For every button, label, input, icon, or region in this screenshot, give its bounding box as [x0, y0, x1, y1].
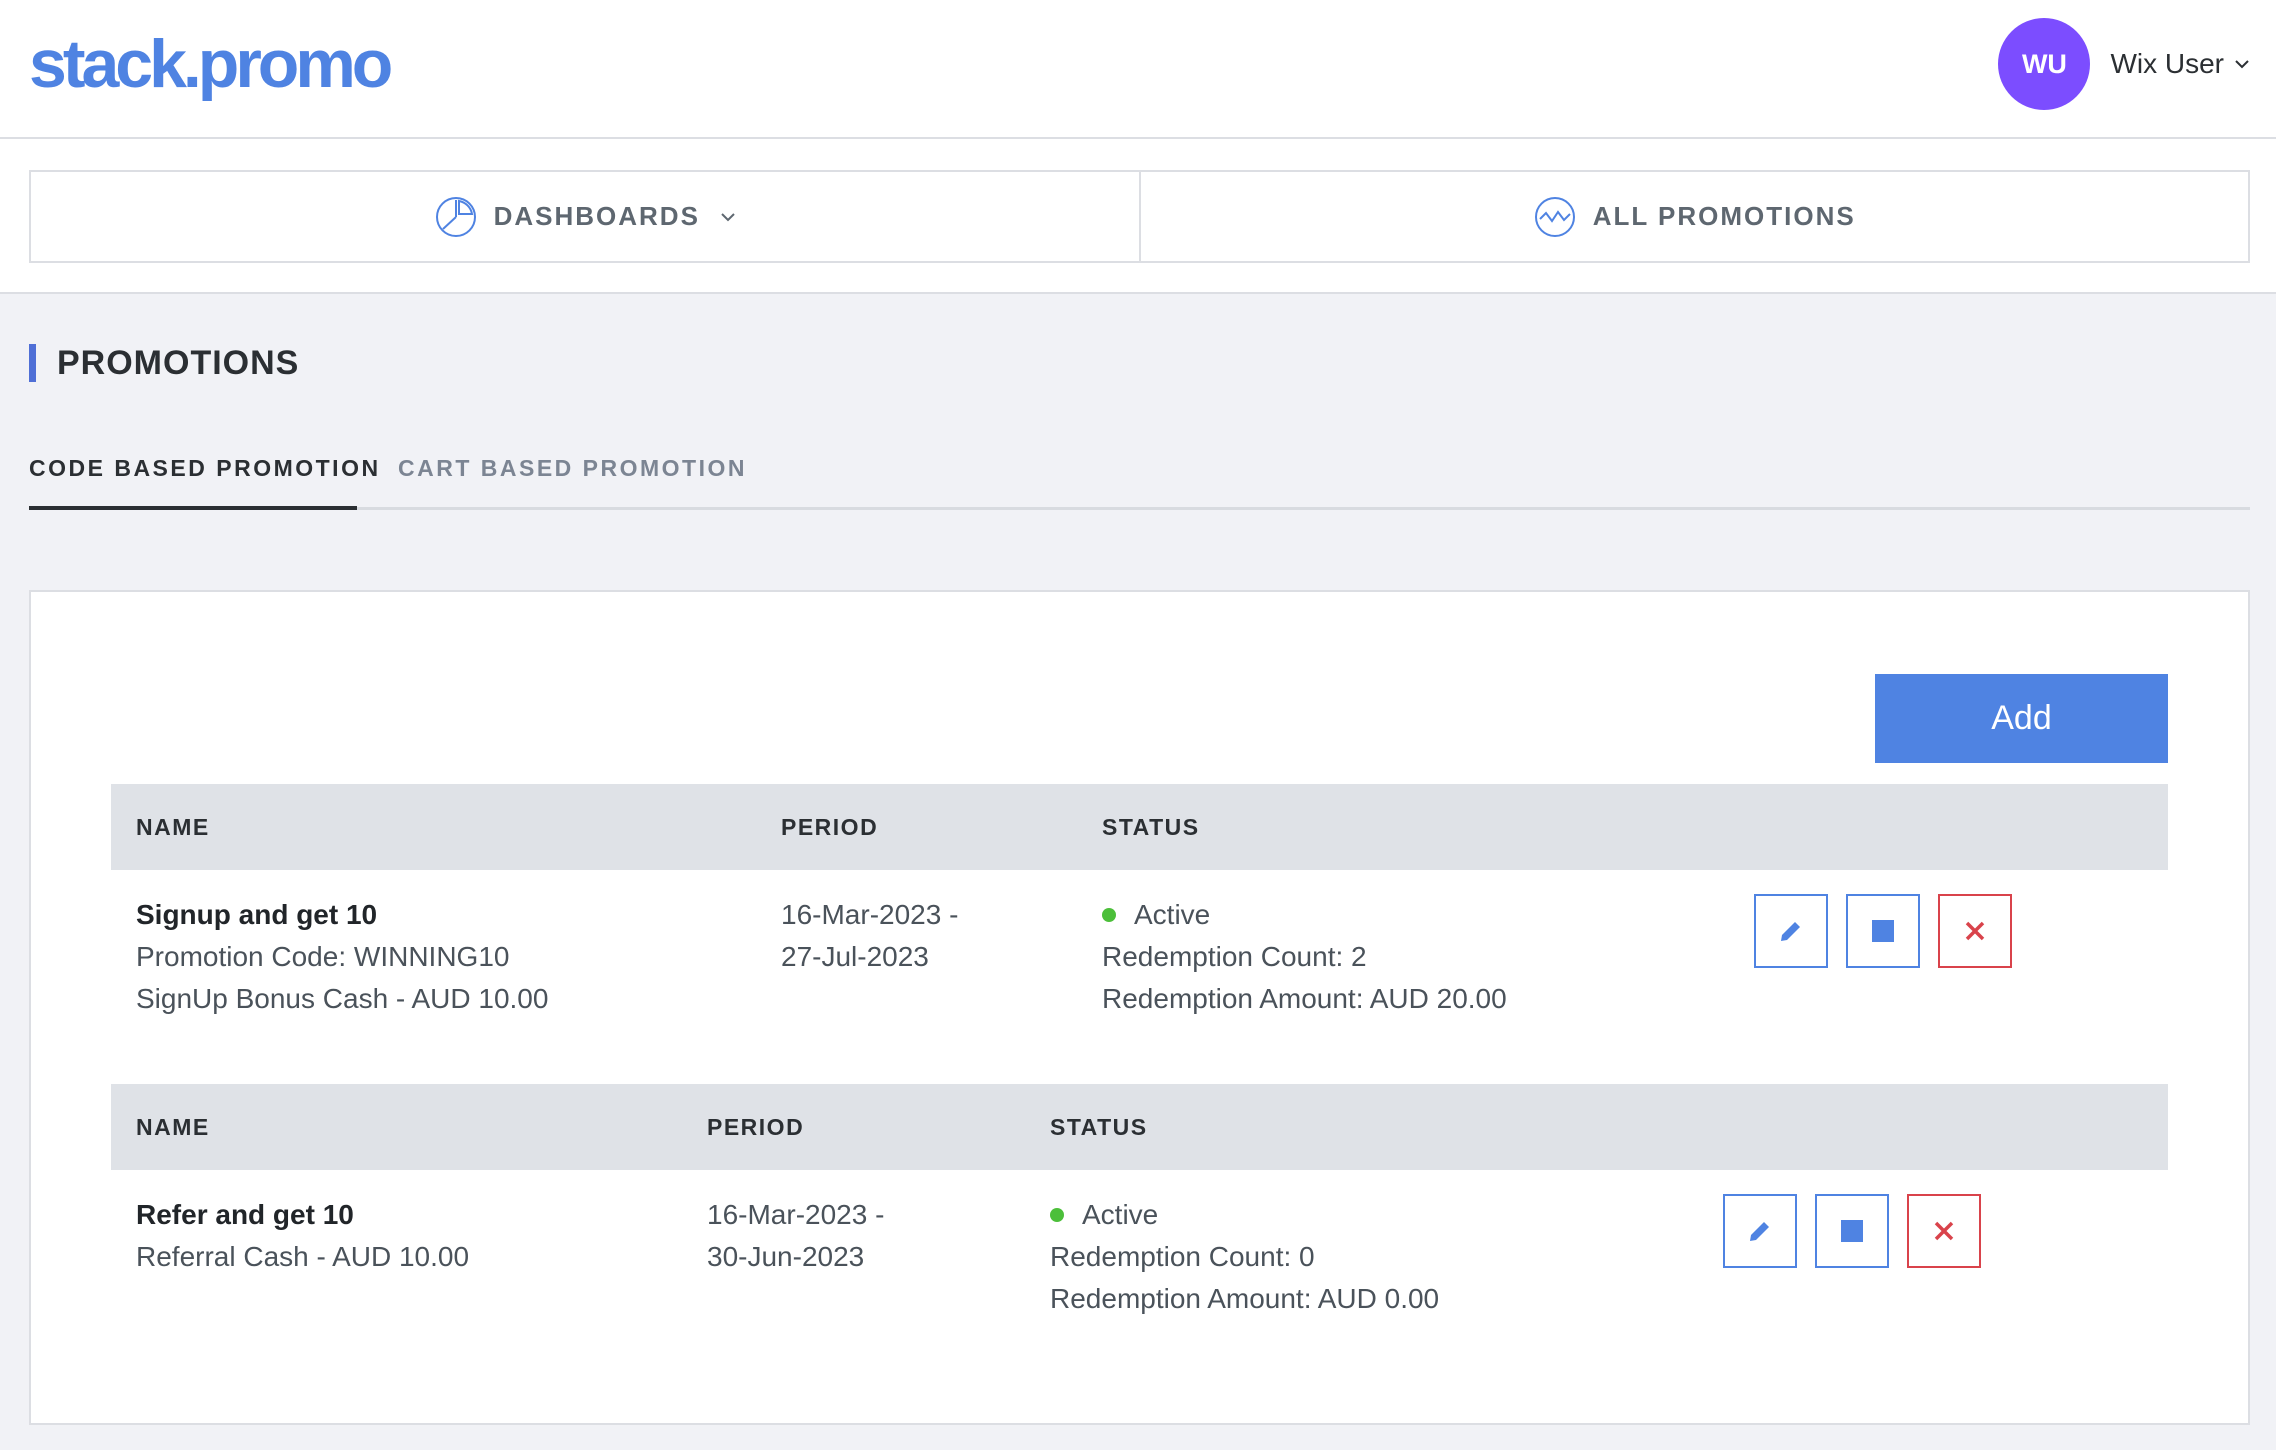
nav-all-promotions-label: ALL PROMOTIONS — [1592, 201, 1856, 231]
redemption-count: Redemption Count: 0 — [1050, 1241, 1315, 1272]
nav-dashboards-label: DASHBOARDS — [493, 201, 700, 231]
stop-button[interactable] — [1815, 1194, 1889, 1268]
user-name[interactable]: Wix User — [2110, 48, 2224, 80]
nav-dashboards[interactable]: DASHBOARDS — [31, 172, 1139, 261]
pie-chart-icon — [434, 195, 478, 239]
column-header-period: PERIOD — [781, 814, 879, 840]
delete-button[interactable] — [1938, 894, 2012, 968]
redemption-amount: Redemption Amount: AUD 20.00 — [1102, 983, 1507, 1014]
name-cell: Signup and get 10 Promotion Code: WINNIN… — [136, 894, 548, 1020]
edit-button[interactable] — [1723, 1194, 1797, 1268]
period-start: 16-Mar-2023 - — [781, 899, 959, 930]
table-row: Refer and get 10 Referral Cash - AUD 10.… — [111, 1170, 2168, 1330]
promotion-card: NAME PERIOD STATUS Refer and get 10 Refe… — [111, 1084, 2168, 1330]
period-cell: 16-Mar-2023 - 30-Jun-2023 — [707, 1194, 884, 1278]
active-status-dot — [1102, 908, 1116, 922]
logo[interactable]: stack.promo — [29, 24, 393, 104]
status-label: Active — [1082, 1199, 1159, 1230]
chevron-down-icon[interactable] — [2234, 59, 2250, 69]
delete-button[interactable] — [1907, 1194, 1981, 1268]
row-actions — [1723, 1194, 1981, 1268]
stop-button[interactable] — [1846, 894, 1920, 968]
pencil-icon — [1750, 1222, 1769, 1241]
table-row: Signup and get 10 Promotion Code: WINNIN… — [111, 870, 2168, 1030]
top-header: stack.promo WU Wix User — [0, 0, 2276, 139]
promotion-name: Refer and get 10 — [136, 1199, 354, 1230]
status-cell: Active Redemption Count: 0 Redemption Am… — [1050, 1194, 1439, 1320]
pencil-icon — [1781, 922, 1800, 941]
page-title: PROMOTIONS — [29, 344, 299, 382]
wave-chart-icon — [1533, 195, 1577, 239]
nav-all-promotions[interactable]: ALL PROMOTIONS — [1138, 172, 2249, 261]
column-header-status: STATUS — [1102, 814, 1200, 840]
add-button[interactable]: Add — [1875, 674, 2168, 763]
main-nav: DASHBOARDS ALL PROMOTIONS — [29, 170, 2250, 263]
period-cell: 16-Mar-2023 - 27-Jul-2023 — [781, 894, 958, 978]
status-cell: Active Redemption Count: 2 Redemption Am… — [1102, 894, 1507, 1020]
redemption-count: Redemption Count: 2 — [1102, 941, 1367, 972]
promotion-reward: SignUp Bonus Cash - AUD 10.00 — [136, 983, 549, 1014]
column-header-name: NAME — [136, 814, 210, 840]
name-cell: Refer and get 10 Referral Cash - AUD 10.… — [136, 1194, 469, 1278]
close-icon — [1965, 921, 1985, 941]
promotions-panel: Add NAME PERIOD STATUS Signup and get 10… — [29, 590, 2250, 1425]
chevron-down-icon — [720, 212, 736, 222]
user-menu[interactable]: WU Wix User — [1998, 18, 2250, 110]
promotion-reward: Referral Cash - AUD 10.00 — [136, 1241, 470, 1272]
status-label: Active — [1134, 899, 1211, 930]
redemption-amount: Redemption Amount: AUD 0.00 — [1050, 1283, 1440, 1314]
promotion-card: NAME PERIOD STATUS Signup and get 10 Pro… — [111, 784, 2168, 1030]
close-icon — [1934, 1221, 1954, 1241]
edit-button[interactable] — [1754, 894, 1828, 968]
row-actions — [1754, 894, 2012, 968]
table-header: NAME PERIOD STATUS — [111, 1084, 2168, 1170]
table-header: NAME PERIOD STATUS — [111, 784, 2168, 870]
stop-icon — [1872, 920, 1894, 942]
nav-bar: DASHBOARDS ALL PROMOTIONS — [0, 139, 2276, 294]
stop-icon — [1841, 1220, 1863, 1242]
active-status-dot — [1050, 1208, 1064, 1222]
tab-cart-based[interactable]: CART BASED PROMOTION — [398, 445, 747, 510]
promotion-tabs: CODE BASED PROMOTION CART BASED PROMOTIO… — [29, 445, 2250, 510]
column-header-name: NAME — [136, 1114, 210, 1140]
column-header-period: PERIOD — [707, 1114, 805, 1140]
promotion-name: Signup and get 10 — [136, 899, 378, 930]
avatar[interactable]: WU — [1998, 18, 2091, 110]
tab-code-based[interactable]: CODE BASED PROMOTION — [29, 445, 378, 510]
column-header-status: STATUS — [1050, 1114, 1148, 1140]
period-end: 30-Jun-2023 — [707, 1241, 865, 1272]
promotion-code: Promotion Code: WINNING10 — [136, 941, 510, 972]
period-start: 16-Mar-2023 - — [707, 1199, 885, 1230]
period-end: 27-Jul-2023 — [781, 941, 929, 972]
